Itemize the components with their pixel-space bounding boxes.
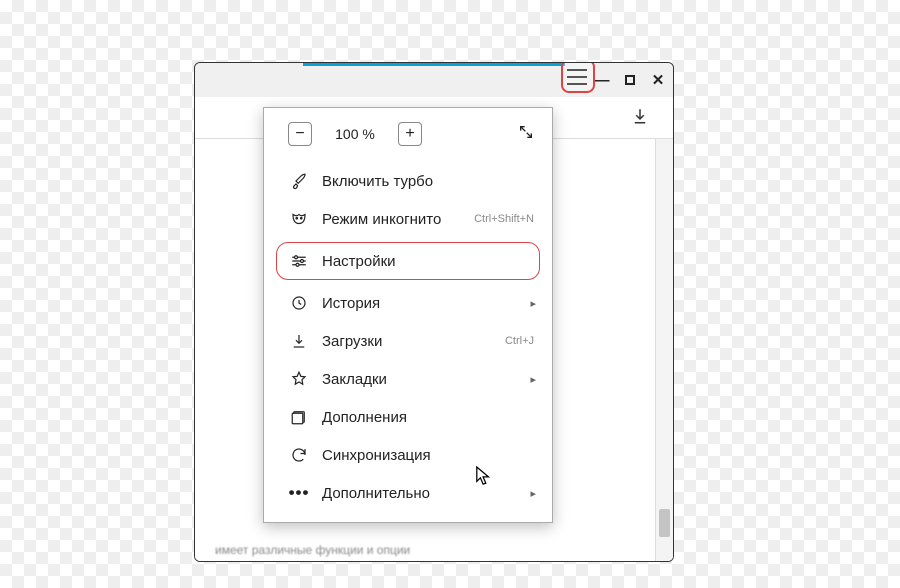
menu-item-label: Настройки (322, 253, 534, 270)
sliders-icon (288, 252, 310, 270)
menu-item-label: Дополнения (322, 409, 534, 426)
zoom-in-button[interactable]: + (398, 122, 422, 146)
menu-item-label: Включить турбо (322, 173, 534, 190)
downloads-button[interactable] (631, 107, 649, 130)
vertical-scrollbar[interactable] (655, 139, 673, 561)
main-menu-dropdown: − 100 % + Включить турбо Р (263, 107, 553, 523)
screenshot-frame: — ✕ имеет различные функции и опции − 1 (194, 62, 674, 562)
submenu-arrow-icon: ▸ (530, 297, 536, 310)
rocket-icon (288, 172, 310, 190)
menu-item-turbo[interactable]: Включить турбо (264, 162, 552, 200)
menu-item-downloads[interactable]: Загрузки Ctrl+J (264, 322, 552, 360)
menu-item-bookmarks[interactable]: Закладки ▸ (264, 360, 552, 398)
window-controls: — ✕ (593, 71, 667, 89)
menu-item-label: Синхронизация (322, 447, 534, 464)
maximize-icon (625, 75, 635, 85)
more-icon: ••• (288, 483, 310, 503)
close-button[interactable]: ✕ (649, 71, 667, 89)
menu-item-label: Дополнительно (322, 485, 534, 502)
minimize-button[interactable]: — (593, 71, 611, 89)
menu-item-settings[interactable]: Настройки (264, 242, 552, 280)
mask-icon (288, 210, 310, 228)
page-text-fragment: имеет различные функции и опции (215, 543, 410, 557)
sync-icon (288, 446, 310, 464)
menu-item-history[interactable]: История ▸ (264, 284, 552, 322)
fullscreen-button[interactable] (518, 124, 534, 145)
menu-item-label: Закладки (322, 371, 534, 388)
menu-item-label: История (322, 295, 534, 312)
maximize-button[interactable] (621, 71, 639, 89)
addons-icon (288, 408, 310, 426)
menu-button[interactable] (567, 69, 587, 85)
zoom-controls: − 100 % + (264, 108, 552, 156)
menu-item-label: Режим инкогнито (322, 211, 474, 228)
window-titlebar: — ✕ (195, 63, 673, 97)
menu-item-label: Загрузки (322, 333, 505, 350)
history-icon (288, 294, 310, 312)
menu-item-more[interactable]: ••• Дополнительно ▸ (264, 474, 552, 512)
star-icon (288, 370, 310, 388)
download-icon (288, 332, 310, 350)
zoom-out-button[interactable]: − (288, 122, 312, 146)
menu-items: Включить турбо Режим инкогнито Ctrl+Shif… (264, 156, 552, 522)
submenu-arrow-icon: ▸ (530, 487, 536, 500)
menu-item-shortcut: Ctrl+J (505, 335, 534, 347)
menu-item-shortcut: Ctrl+Shift+N (474, 213, 534, 225)
menu-item-addons[interactable]: Дополнения (264, 398, 552, 436)
menu-item-sync[interactable]: Синхронизация (264, 436, 552, 474)
scrollbar-thumb[interactable] (659, 509, 670, 537)
zoom-level: 100 % (330, 126, 380, 142)
submenu-arrow-icon: ▸ (530, 373, 536, 386)
menu-item-incognito[interactable]: Режим инкогнито Ctrl+Shift+N (264, 200, 552, 238)
